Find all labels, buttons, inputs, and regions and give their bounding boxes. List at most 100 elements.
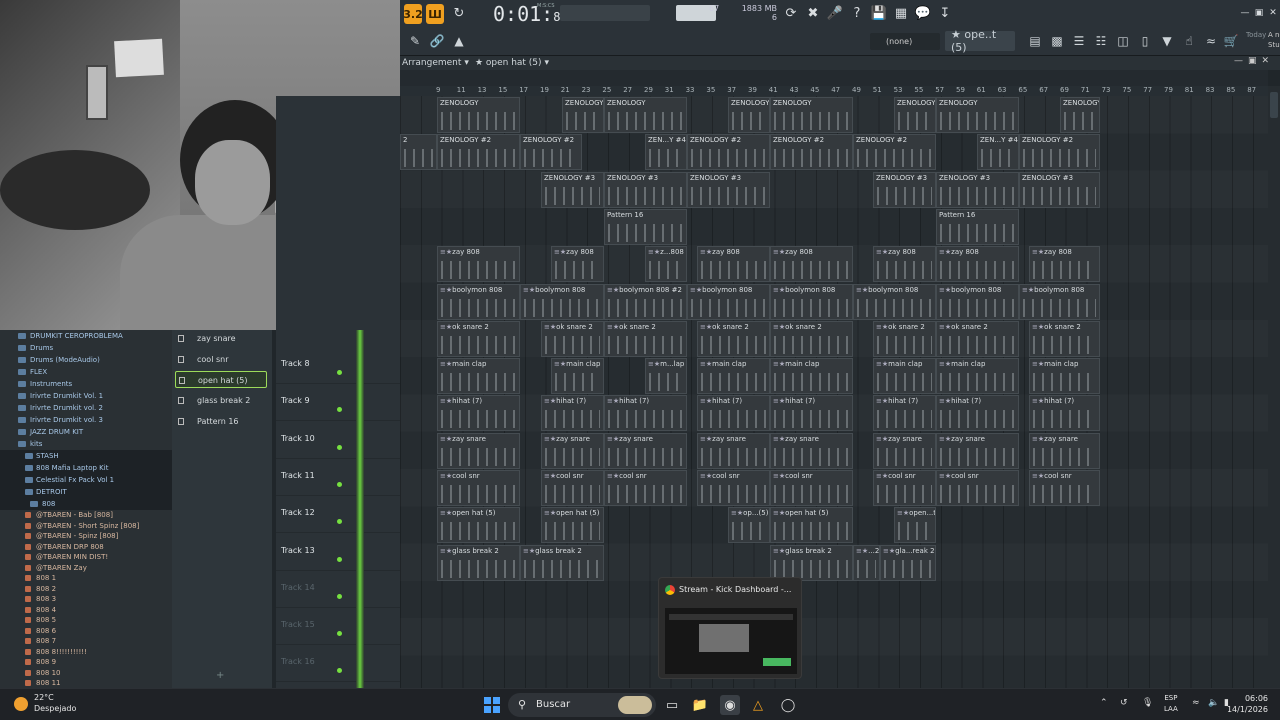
playlist-clip[interactable]: main clap <box>437 358 520 395</box>
refresh-icon[interactable]: ⟳ <box>782 4 800 22</box>
close-icon[interactable]: ✕ <box>1264 4 1280 22</box>
touch-icon[interactable]: ☝ <box>1180 33 1198 49</box>
playlist-clip[interactable]: zay snare <box>873 432 936 469</box>
playlist-clip[interactable]: cool snr <box>770 470 853 506</box>
playlist-clip[interactable]: open...t (5) <box>894 507 936 544</box>
download-icon[interactable]: ↧ <box>936 4 954 22</box>
track-header[interactable]: Track 8 <box>276 347 400 384</box>
playlist-clip[interactable]: glass break 2 <box>520 544 604 581</box>
playlist-clip[interactable]: Pattern 16 <box>604 208 687 245</box>
windows-start-icon[interactable] <box>484 697 500 713</box>
taskbar-search[interactable]: ⚲ Buscar <box>508 693 656 717</box>
browser-folder[interactable]: JAZZ DRUM KIT <box>0 426 172 438</box>
browser-folder[interactable]: Drums <box>0 342 172 354</box>
pattern-mode-button[interactable]: 3.2 <box>403 4 423 24</box>
browser-folder[interactable]: Celestial Fx Pack Vol 1 <box>0 474 172 486</box>
browser-file[interactable]: 808 11 <box>0 678 172 688</box>
news-panel[interactable]: Today A newer version of FL Studio is av… <box>1246 30 1280 49</box>
browser-file[interactable]: 808 7 <box>0 636 172 647</box>
track-header[interactable]: Track 13 <box>276 534 400 571</box>
playlist-clip[interactable]: ZENOLOGY <box>894 97 936 133</box>
snap-select[interactable]: (none) <box>870 33 940 50</box>
playlist-clip[interactable]: cool snr <box>437 470 520 506</box>
tray-chevron-icon[interactable]: ⌃ <box>1100 698 1108 708</box>
horizontal-scrollbar[interactable] <box>400 70 1268 86</box>
pattern-item[interactable]: cool snr <box>175 351 267 368</box>
browser-file[interactable]: @TBAREN - Bab [808] <box>0 510 172 521</box>
file-explorer-icon[interactable]: 📁 <box>690 695 710 715</box>
playlist-clip[interactable]: zay 808 <box>437 246 520 283</box>
playlist-clip[interactable]: hihat (7) <box>873 395 936 432</box>
vertical-scroll-thumb[interactable] <box>1270 92 1278 118</box>
playlist-clip[interactable]: boolymon 808 <box>770 283 853 320</box>
playlist-clip[interactable]: boolymon 808 <box>853 283 936 320</box>
cart-icon[interactable]: 🛒 <box>1222 33 1240 49</box>
playlist-clip[interactable]: ok snare 2 <box>604 320 687 357</box>
pattern-item[interactable]: open hat (5) <box>175 371 267 389</box>
browser-file[interactable]: 808 2 <box>0 584 172 595</box>
browser-file[interactable]: 808 9 <box>0 657 172 668</box>
playlist-clip[interactable]: ok snare 2 <box>541 320 604 357</box>
playlist-clip[interactable]: zay snare <box>1029 432 1100 469</box>
current-pattern-name[interactable]: ★ open hat (5) <box>475 58 542 68</box>
track-header[interactable]: Track 12 <box>276 496 400 534</box>
browser-file[interactable]: @TBAREN - Spinz [808] <box>0 531 172 542</box>
playlist-clip[interactable]: cool snr <box>1029 470 1100 506</box>
pattern-item[interactable]: Pattern 16 <box>175 413 267 430</box>
playlist-clip[interactable]: op...(5) <box>728 507 770 544</box>
playlist-clip[interactable]: ZENOLOGY #2 <box>437 134 520 171</box>
system-clock[interactable]: 06:06 14/1/2026 <box>1227 693 1268 715</box>
volume-icon[interactable]: 🔈 <box>1208 698 1219 708</box>
playlist-window-buttons[interactable]: —▣✕ <box>1234 56 1274 66</box>
obs-taskbar-icon[interactable]: ◯ <box>778 695 798 715</box>
playlist-clip[interactable]: ok snare 2 <box>873 320 936 357</box>
preview-thumbnail[interactable] <box>665 608 797 674</box>
track-header[interactable]: Track 9 <box>276 384 400 422</box>
playlist-clip[interactable]: ok snare 2 <box>936 320 1019 357</box>
draw-icon[interactable]: ✎ <box>406 33 424 49</box>
playlist-clip[interactable]: ZENOLOGY #3 <box>541 171 604 208</box>
browser-folder[interactable]: FLEX <box>0 366 172 378</box>
browser-folder[interactable]: Irivrte Drumkit vol. 2 <box>0 402 172 414</box>
browser-folder[interactable]: Irivrte Drumkit Vol. 1 <box>0 390 172 402</box>
playlist-clip[interactable]: ZENOLOGY #2 <box>520 134 582 171</box>
task-view-icon[interactable]: ▭ <box>662 695 682 715</box>
playlist-clip[interactable]: ZENOLOGY <box>562 97 604 133</box>
pattern-item[interactable]: zay snare <box>175 330 267 347</box>
browser-folder[interactable]: Drums (ModeAudio) <box>0 354 172 366</box>
browser-folder[interactable]: STASH <box>0 450 172 462</box>
track-mute-led[interactable] <box>337 481 342 487</box>
browser-file[interactable]: @TBAREN DRP 808 <box>0 542 172 553</box>
playlist-clip[interactable]: zay snare <box>770 432 853 469</box>
playlist-clip[interactable]: ok snare 2 <box>697 320 770 357</box>
browser-file[interactable]: 808 3 <box>0 594 172 605</box>
track-mute-led[interactable] <box>337 444 342 450</box>
browser-file[interactable]: @TBAREN MIN DIST! <box>0 552 172 563</box>
playlist-clip[interactable]: open hat (5) <box>437 507 520 544</box>
clipboard-icon[interactable]: ▯ <box>1136 33 1154 49</box>
playlist-clip[interactable]: glass break 2 <box>770 544 853 581</box>
piano-roll-icon[interactable]: ▩ <box>1048 33 1066 49</box>
playlist-icon[interactable]: ▤ <box>1026 33 1044 49</box>
track-header[interactable]: Track 10 <box>276 422 400 459</box>
playlist-clip[interactable]: ZENOLOGY <box>728 97 770 133</box>
playlist-clip[interactable]: boolymon 808 <box>437 283 520 320</box>
playlist-clip[interactable]: Pattern 16 <box>936 208 1019 245</box>
playlist-clip[interactable]: main clap <box>770 358 853 395</box>
playlist-clip[interactable]: ZENOLOGY #3 <box>1019 171 1100 208</box>
browser-icon[interactable]: ◫ <box>1114 33 1132 49</box>
track-mute-led[interactable] <box>337 556 342 562</box>
playlist-clip[interactable]: ok snare 2 <box>437 320 520 357</box>
chat-icon[interactable]: 💬 <box>914 4 932 22</box>
playlist-clip[interactable]: ZENOLOGY #3 <box>936 171 1019 208</box>
browser-folder[interactable]: 808 <box>0 498 172 510</box>
playlist-clip[interactable]: ok snare 2 <box>1029 320 1100 357</box>
browser-file[interactable]: 808 6 <box>0 626 172 637</box>
playlist-clip[interactable]: zay snare <box>697 432 770 469</box>
playlist-clip[interactable]: glass break 2 <box>437 544 520 581</box>
browser-folder[interactable]: kits <box>0 438 172 450</box>
record-mode-icon[interactable]: ↻ <box>450 4 468 22</box>
arrangement-dropdown-icon[interactable]: ▾ <box>464 58 469 68</box>
browser-file[interactable]: 808 8!!!!!!!!!!! <box>0 647 172 658</box>
playlist-clip[interactable]: ZENOLOGY <box>1060 97 1100 133</box>
